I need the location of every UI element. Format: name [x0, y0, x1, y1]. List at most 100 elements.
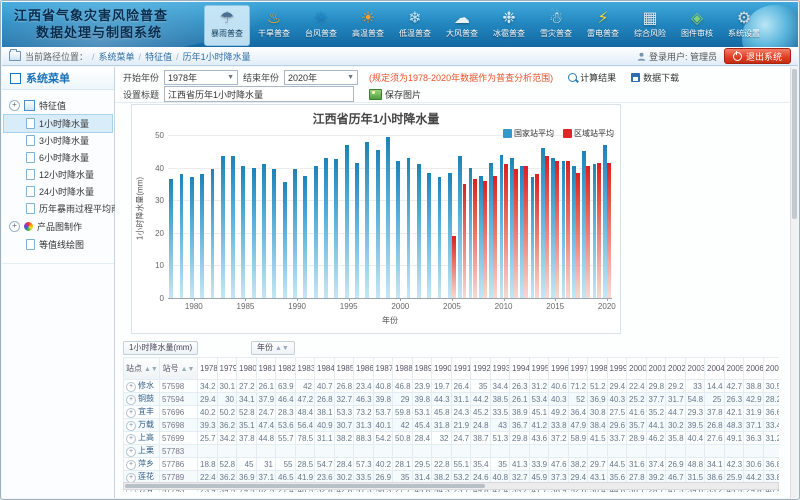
- toolbar-item-settings[interactable]: ⚙系统设置: [721, 5, 767, 46]
- toolbar-item-high-temp[interactable]: ☀高温普查: [345, 5, 391, 46]
- chart-title-input[interactable]: [164, 86, 354, 102]
- year-field-chip[interactable]: 年份▲▼: [251, 341, 295, 355]
- year-column-header[interactable]: 1986: [354, 358, 374, 380]
- bar-regional: [597, 163, 601, 298]
- expand-row-icon[interactable]: +: [126, 447, 136, 457]
- station-column-header[interactable]: 站点▲▼: [124, 358, 160, 380]
- value-cell: 40.9: [315, 419, 335, 432]
- year-column-header[interactable]: 1993: [490, 358, 510, 380]
- data-field-chip[interactable]: 1小时降水量(mm): [123, 341, 198, 355]
- app-header: 江西省气象灾害风险普查 数据处理与制图系统 ☂暴雨普查♨干旱普查✳台风普查☀高温…: [2, 2, 798, 47]
- start-year-select[interactable]: 1978年▼: [164, 70, 238, 85]
- year-column-header[interactable]: 2007: [763, 358, 779, 380]
- toolbar-item-typhoon[interactable]: ✳台风普查: [298, 5, 344, 46]
- year-column-header[interactable]: 1987: [373, 358, 393, 380]
- sidebar-item[interactable]: 12小时降水量: [4, 166, 112, 183]
- x-tick: [452, 298, 453, 301]
- horizontal-scrollbar-thumb[interactable]: [125, 484, 485, 488]
- table-row: +上高5769925.734.237.844.855.778.531.138.2…: [124, 432, 780, 445]
- sidebar-item[interactable]: 历年暴雨过程平均雨量: [4, 200, 112, 217]
- value-cell: 34.1: [237, 393, 257, 406]
- legend-item[interactable]: 区域站平均: [563, 128, 614, 139]
- tree-group-products[interactable]: +产品图制作: [4, 217, 112, 236]
- value-cell: 52.8: [237, 406, 257, 419]
- value-cell: 40.7: [315, 380, 335, 393]
- value-cell: 35.4: [471, 458, 491, 471]
- year-column-header[interactable]: 1992: [471, 358, 491, 380]
- toolbar-item-calculator[interactable]: ▦综合风险: [627, 5, 673, 46]
- year-column-header[interactable]: 1990: [432, 358, 452, 380]
- value-cell: 27.5: [607, 406, 627, 419]
- year-column-header[interactable]: 1979: [217, 358, 237, 380]
- bar-national: [169, 179, 173, 298]
- year-column-header[interactable]: 1997: [568, 358, 588, 380]
- year-column-header[interactable]: 1991: [451, 358, 471, 380]
- vertical-scrollbar[interactable]: [790, 67, 798, 498]
- year-column-header[interactable]: 1982: [276, 358, 296, 380]
- year-column-header[interactable]: 2002: [666, 358, 686, 380]
- year-column-header[interactable]: 1985: [334, 358, 354, 380]
- year-column-header[interactable]: 2004: [705, 358, 725, 380]
- pivot-filter-row: 1小时降水量(mm) 年份▲▼: [123, 340, 779, 357]
- toolbar-item-wind[interactable]: ☁大风普查: [439, 5, 485, 46]
- download-button[interactable]: 数据下载: [631, 71, 679, 84]
- calculate-button[interactable]: 计算结果: [568, 71, 616, 84]
- year-column-header[interactable]: 2003: [685, 358, 705, 380]
- sidebar-item[interactable]: 24小时降水量: [4, 183, 112, 200]
- value-cell: 25.2: [627, 393, 647, 406]
- year-column-header[interactable]: 1998: [588, 358, 608, 380]
- station-name-cell: +宜丰: [124, 406, 160, 419]
- toolbar-item-hail[interactable]: ❉冰雹普查: [486, 5, 532, 46]
- year-column-header[interactable]: 1981: [256, 358, 276, 380]
- station-id-column-header[interactable]: 站号▲▼: [160, 358, 198, 380]
- toolbar-item-low-temp[interactable]: ❄低温普查: [392, 5, 438, 46]
- year-column-header[interactable]: 1989: [412, 358, 432, 380]
- year-column-header[interactable]: 2006: [744, 358, 764, 380]
- toolbar-item-map-review[interactable]: ◈图件审核: [674, 5, 720, 46]
- save-image-button[interactable]: 保存图片: [369, 88, 421, 101]
- legend-item[interactable]: 国家站平均: [503, 128, 554, 139]
- toolbar-item-lightning[interactable]: ⚡雷电普查: [580, 5, 626, 46]
- year-column-header[interactable]: 1996: [549, 358, 569, 380]
- expand-icon[interactable]: +: [9, 100, 20, 111]
- expand-row-icon[interactable]: +: [126, 434, 136, 444]
- expand-row-icon[interactable]: +: [126, 408, 136, 418]
- year-column-header[interactable]: 1984: [315, 358, 335, 380]
- year-column-header[interactable]: 2001: [646, 358, 666, 380]
- year-column-header[interactable]: 1999: [607, 358, 627, 380]
- expand-icon[interactable]: +: [9, 221, 20, 232]
- breadcrumb-item[interactable]: 系统菜单: [99, 52, 135, 62]
- toolbar-item-drought[interactable]: ♨干旱普查: [251, 5, 297, 46]
- breadcrumb-item[interactable]: 历年1小时降水量: [183, 52, 251, 62]
- sidebar-item[interactable]: 等值线绘图: [4, 236, 112, 253]
- page-icon: [26, 186, 35, 197]
- expand-row-icon[interactable]: +: [126, 382, 136, 392]
- year-column-header[interactable]: 2005: [724, 358, 744, 380]
- breadcrumb-item[interactable]: 特征值: [145, 52, 172, 62]
- value-cell: 54.2: [373, 432, 393, 445]
- tree-group-features[interactable]: +特征值: [4, 96, 112, 115]
- expand-row-icon[interactable]: +: [126, 421, 136, 431]
- expand-row-icon[interactable]: +: [126, 395, 136, 405]
- year-column-header[interactable]: 1988: [393, 358, 413, 380]
- sidebar-item[interactable]: 6小时降水量: [4, 149, 112, 166]
- horizontal-scrollbar[interactable]: [123, 482, 779, 490]
- year-column-header[interactable]: 1980: [237, 358, 257, 380]
- year-column-header[interactable]: 1995: [529, 358, 549, 380]
- sidebar-item[interactable]: 1小时降水量: [4, 115, 112, 132]
- vertical-scrollbar-thumb[interactable]: [792, 69, 797, 219]
- year-column-header[interactable]: 2000: [627, 358, 647, 380]
- sidebar-item[interactable]: 3小时降水量: [4, 132, 112, 149]
- expand-row-icon[interactable]: +: [126, 460, 136, 470]
- year-column-header[interactable]: 1994: [510, 358, 530, 380]
- logout-button[interactable]: 退出系统: [724, 48, 791, 64]
- toolbar-item-rainstorm[interactable]: ☂暴雨普查: [204, 5, 250, 46]
- year-column-header[interactable]: 1978: [198, 358, 218, 380]
- value-cell: 43.6: [529, 432, 549, 445]
- toolbar-item-snow[interactable]: ☃雪灾普查: [533, 5, 579, 46]
- year-column-header[interactable]: 1983: [295, 358, 315, 380]
- page-icon: [26, 152, 35, 163]
- end-year-select[interactable]: 2020年▼: [284, 70, 358, 85]
- value-cell: 35.2: [646, 406, 666, 419]
- value-cell: 46.4: [276, 393, 296, 406]
